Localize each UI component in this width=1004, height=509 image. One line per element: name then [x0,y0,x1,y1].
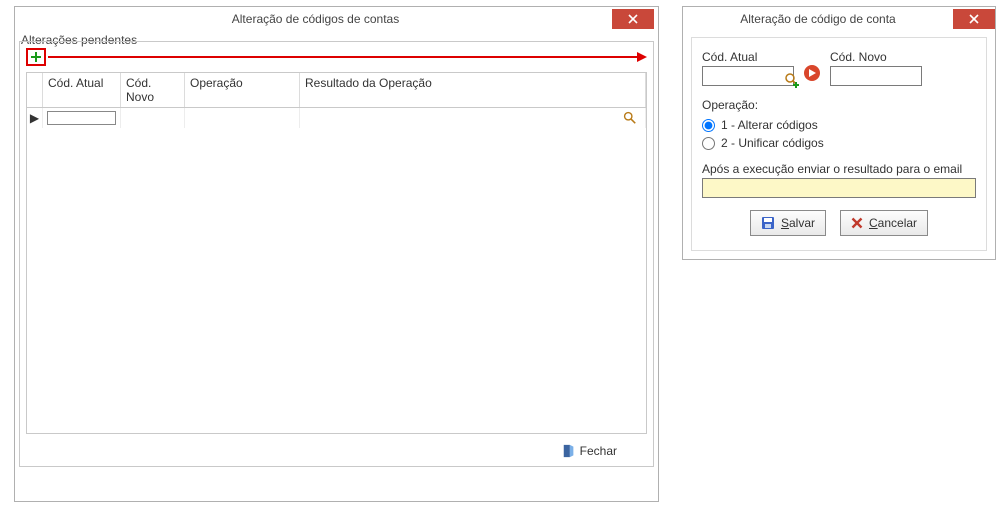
cod-atual-cell-input[interactable] [47,111,116,125]
window-title-left: Alteração de códigos de contas [19,12,612,26]
grid-body: ▶ [27,108,646,433]
cod-atual-input[interactable] [702,66,794,86]
operation-group: Operação: 1 - Alterar códigos 2 - Unific… [702,98,976,152]
email-label: Após a execução enviar o resultado para … [702,162,976,176]
form-panel: Cód. Atual [691,37,987,251]
save-button-label: Salvar [781,216,815,230]
titlebar-left: Alteração de códigos de contas [19,7,654,31]
grid-cell-resultado[interactable] [300,108,646,128]
grid-header-resultado[interactable]: Resultado da Operação [300,73,646,107]
close-icon [628,14,638,24]
row-indicator-icon: ▶ [27,108,43,128]
pending-changes-group: Cód. Atual Cód. Novo Operação Resultado … [19,41,654,467]
codes-change-window: Alteração de códigos de contas Alteraçõe… [14,6,659,502]
operation-option-alterar[interactable]: 1 - Alterar códigos [702,116,976,134]
operation-option-unificar[interactable]: 2 - Unificar códigos [702,134,976,152]
grid-cell-operacao[interactable] [185,108,300,128]
email-input[interactable] [702,178,976,198]
close-icon [969,14,979,24]
operation-radio-2[interactable] [702,137,715,150]
cancel-button[interactable]: Cancelar [840,210,928,236]
annotation-arrow [48,52,647,62]
grid-header: Cód. Atual Cód. Novo Operação Resultado … [27,73,646,108]
grid-header-operacao[interactable]: Operação [185,73,300,107]
save-icon [761,216,775,230]
grid-cell-cod-novo[interactable] [121,108,185,128]
window-title-right: Alteração de código de conta [683,12,953,26]
pending-changes-grid: Cód. Atual Cód. Novo Operação Resultado … [26,72,647,434]
close-action-label: Fechar [580,444,617,458]
operation-radio-1[interactable] [702,119,715,132]
operation-option2-label: 2 - Unificar códigos [721,136,824,150]
cancel-icon [851,217,863,229]
bottom-toolbar: Fechar [26,434,647,462]
arrow-right-icon [802,63,822,83]
add-button[interactable] [26,48,46,66]
door-icon [562,444,576,458]
grid-header-cod-atual[interactable]: Cód. Atual [43,73,121,107]
code-change-dialog: Alteração de código de conta Cód. Atual [682,6,996,260]
grid-row-active[interactable]: ▶ [27,108,646,128]
cancel-button-label: Cancelar [869,216,917,230]
operation-group-label: Operação: [702,98,976,112]
grid-cell-cod-atual[interactable] [43,108,121,128]
close-action[interactable]: Fechar [562,444,617,458]
titlebar-right: Alteração de código de conta [683,7,995,31]
grid-header-indicator [27,73,43,107]
cod-atual-label: Cód. Atual [702,50,794,64]
close-button-left[interactable] [612,9,654,29]
plus-icon [30,51,42,63]
cod-novo-label: Cód. Novo [830,50,922,64]
close-button-right[interactable] [953,9,995,29]
grid-header-cod-novo[interactable]: Cód. Novo [121,73,185,107]
save-button[interactable]: Salvar [750,210,826,236]
cod-novo-input[interactable] [830,66,922,86]
operation-option1-label: 1 - Alterar códigos [721,118,818,132]
search-icon [623,111,637,125]
